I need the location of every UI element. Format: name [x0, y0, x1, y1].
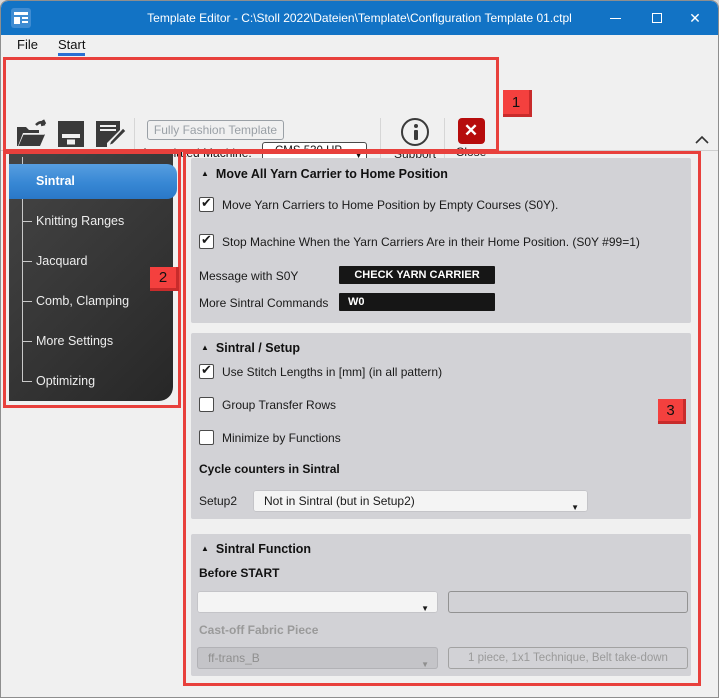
minimize-icon — [610, 18, 621, 19]
cycle-counters-label: Cycle counters in Sintral — [199, 462, 340, 476]
before-start-label: Before START — [199, 566, 279, 580]
castoff-dropdown: ff-trans_B ▼ — [197, 647, 438, 669]
more-sintral-commands-label: More Sintral Commands — [199, 296, 328, 310]
maximize-button[interactable] — [640, 1, 674, 35]
check-icon: ✔ — [201, 195, 212, 211]
sidebar-item-more-settings[interactable]: More Settings — [36, 334, 113, 348]
ribbon-toolbar: Load... Save SaveAs... Fully Fashion Tem… — [1, 58, 718, 150]
setup2-dropdown[interactable]: Not in Sintral (but in Setup2) ▼ — [253, 490, 588, 512]
section-header-sintral-setup[interactable]: ▲ Sintral / Setup — [201, 341, 300, 355]
maximize-icon — [652, 13, 662, 23]
sidebar-item-jacquard[interactable]: Jacquard — [36, 254, 87, 268]
title-bar: Template Editor - C:\Stoll 2022\Dateien\… — [1, 1, 718, 35]
collapse-ribbon-chevron-icon[interactable] — [694, 134, 710, 146]
checkbox-label: Group Transfer Rows — [222, 398, 336, 412]
checkbox-group-transfer-rows[interactable]: Group Transfer Rows — [199, 397, 336, 412]
checkbox-label: Minimize by Functions — [222, 431, 341, 445]
load-folder-icon — [15, 118, 49, 150]
sidebar-item-optimizing[interactable]: Optimizing — [36, 374, 95, 388]
collapse-icon: ▲ — [201, 343, 209, 352]
message-s0y-label: Message with S0Y — [199, 269, 298, 283]
annotation-badge-3: 3 — [658, 399, 686, 424]
minimize-button[interactable] — [598, 1, 632, 35]
before-start-field[interactable] — [448, 591, 688, 613]
section-title: Sintral / Setup — [216, 341, 300, 355]
section-header-home-position[interactable]: ▲ Move All Yarn Carrier to Home Position — [201, 167, 448, 181]
checkbox-label: Move Yarn Carriers to Home Position by E… — [222, 198, 558, 212]
collapse-icon: ▲ — [201, 544, 209, 553]
section-title: Sintral Function — [216, 542, 311, 556]
section-home-position: ▲ Move All Yarn Carrier to Home Position… — [191, 158, 691, 323]
checkbox-box: ✔ — [199, 364, 214, 379]
sidebar-item-sintral[interactable]: Sintral — [9, 164, 177, 199]
checkbox-box — [199, 430, 214, 445]
support-button[interactable]: Support — [389, 118, 441, 161]
checkbox-stop-machine[interactable]: ✔ Stop Machine When the Yarn Carriers Ar… — [199, 234, 640, 249]
save-as-floppy-pencil-icon — [93, 118, 127, 150]
castoff-fabric-label: Cast-off Fabric Piece — [199, 623, 318, 637]
more-sintral-commands-field[interactable]: W0 — [339, 293, 495, 311]
checkbox-box — [199, 397, 214, 412]
checkbox-label: Use Stitch Lengths in [mm] (in all patte… — [222, 365, 442, 379]
window-close-button[interactable]: ✕ — [678, 1, 712, 35]
check-icon: ✔ — [201, 362, 212, 378]
fully-fashion-template-button: Fully Fashion Template — [147, 120, 284, 140]
sidebar-item-knitting-ranges[interactable]: Knitting Ranges — [36, 214, 124, 228]
menu-file[interactable]: File — [17, 37, 38, 52]
message-s0y-field[interactable]: CHECK YARN CARRIER — [339, 266, 495, 284]
before-start-dropdown[interactable]: ▼ — [197, 591, 438, 613]
checkbox-stitch-lengths[interactable]: ✔ Use Stitch Lengths in [mm] (in all pat… — [199, 364, 442, 379]
close-x-icon: ✕ — [458, 118, 485, 144]
castoff-field: 1 piece, 1x1 Technique, Belt take-down — [448, 647, 688, 669]
annotation-badge-2: 2 — [150, 267, 179, 291]
section-sintral-setup: ▲ Sintral / Setup ✔ Use Stitch Lengths i… — [191, 333, 691, 519]
save-floppy-icon — [55, 118, 87, 150]
check-icon: ✔ — [201, 232, 212, 248]
checkbox-minimize-functions[interactable]: Minimize by Functions — [199, 430, 341, 445]
menu-start-active[interactable]: Start — [58, 37, 85, 52]
setup2-value: Not in Sintral (but in Setup2) — [264, 494, 415, 508]
section-header-sintral-function[interactable]: ▲ Sintral Function — [201, 542, 311, 556]
chevron-down-icon: ▼ — [421, 654, 429, 676]
sidebar-item-comb-clamping[interactable]: Comb, Clamping — [36, 294, 129, 308]
info-icon — [401, 118, 429, 146]
section-sintral-function: ▲ Sintral Function Before START ▼ Cast-o… — [191, 534, 691, 676]
template-editor-window: Template Editor - C:\Stoll 2022\Dateien\… — [0, 0, 719, 698]
setup2-label: Setup2 — [199, 494, 237, 508]
annotation-badge-1: 1 — [503, 90, 532, 117]
checkbox-box: ✔ — [199, 197, 214, 212]
checkbox-move-carriers[interactable]: ✔ Move Yarn Carriers to Home Position by… — [199, 197, 558, 212]
checkbox-label: Stop Machine When the Yarn Carriers Are … — [222, 235, 640, 249]
section-title: Move All Yarn Carrier to Home Position — [216, 167, 448, 181]
chevron-down-icon: ▼ — [571, 497, 579, 519]
close-button[interactable]: ✕ Close — [449, 118, 493, 159]
chevron-down-icon: ▼ — [421, 598, 429, 620]
ribbon-bottom-divider — [1, 150, 718, 151]
collapse-icon: ▲ — [201, 169, 209, 178]
checkbox-box: ✔ — [199, 234, 214, 249]
menu-bar: File Start — [1, 35, 718, 58]
close-icon: ✕ — [689, 10, 701, 27]
castoff-value: ff-trans_B — [208, 651, 260, 665]
